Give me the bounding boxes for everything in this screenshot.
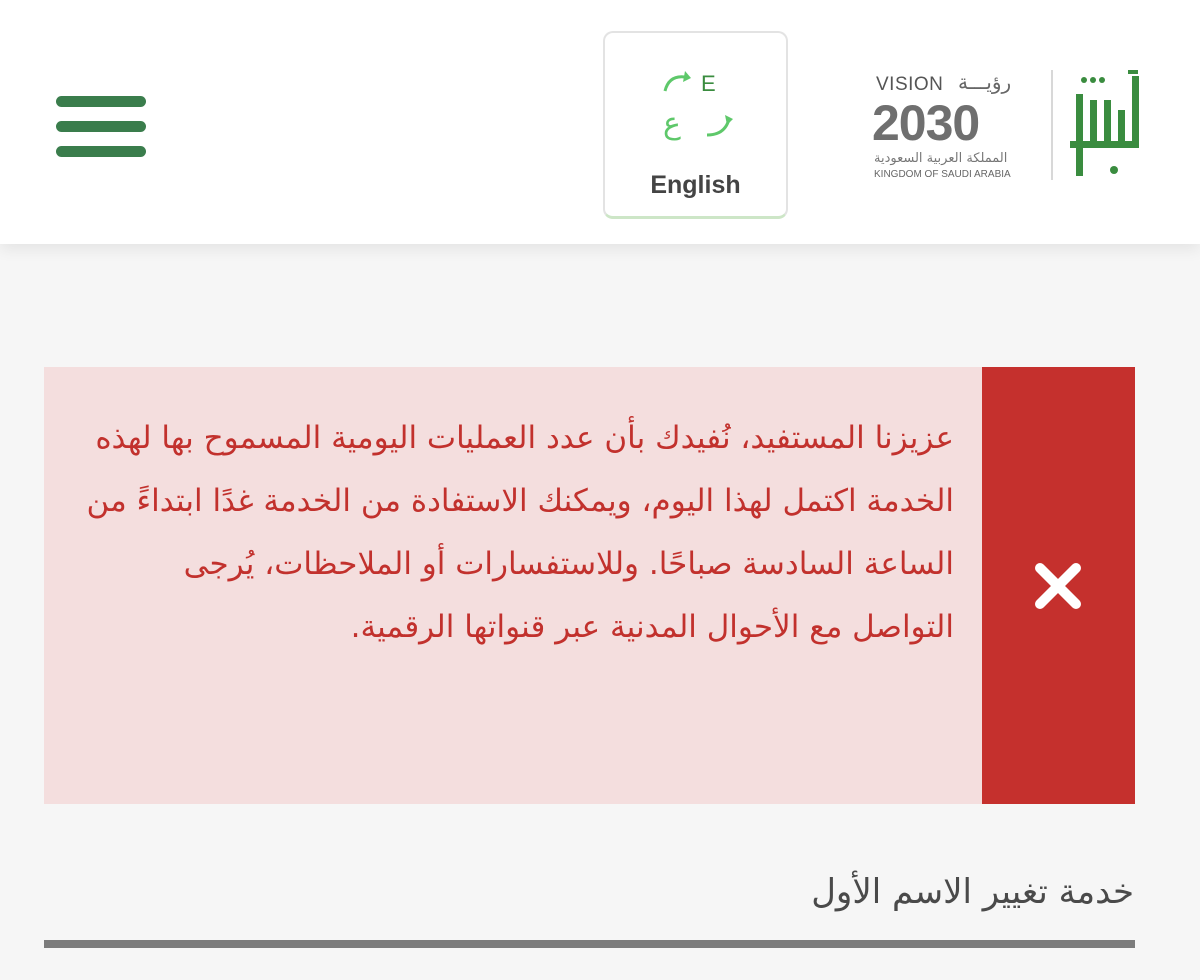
svg-text:E: E: [701, 71, 716, 96]
hamburger-menu-icon[interactable]: [56, 96, 146, 158]
close-icon[interactable]: [1030, 558, 1086, 614]
language-switch-icon: E ع: [663, 71, 733, 141]
vision-2030-logo: VISION رؤيـــة 2030 المملكة العربية السع…: [868, 68, 1038, 186]
vision-logo-subtitle-en: KINGDOM OF SAUDI ARABIA: [874, 169, 1011, 180]
vision-logo-title-ar: رؤيـــة: [958, 70, 1012, 94]
absher-logo: [1070, 70, 1139, 176]
svg-text:ع: ع: [663, 106, 681, 141]
daily-limit-alert: عزيزنا المستفيد، نُفيدك بأن عدد العمليات…: [44, 367, 1135, 804]
alert-message: عزيزنا المستفيد، نُفيدك بأن عدد العمليات…: [86, 420, 954, 645]
alert-close-panel: [982, 367, 1135, 804]
logo-divider: [1051, 70, 1053, 180]
vision-logo-year: 2030: [872, 95, 980, 151]
vision-logo-title-en: VISION: [876, 74, 944, 95]
service-title-underline: [44, 940, 1135, 948]
language-button-label: English: [650, 171, 741, 199]
language-toggle-button[interactable]: E ع English: [603, 31, 788, 219]
vision-logo-subtitle-ar: المملكة العربية السعودية: [874, 151, 1008, 166]
service-title: خدمة تغيير الاسم الأول: [811, 872, 1134, 912]
top-header: E ع English VISION رؤيـــة 2030 المملكة …: [0, 0, 1200, 244]
